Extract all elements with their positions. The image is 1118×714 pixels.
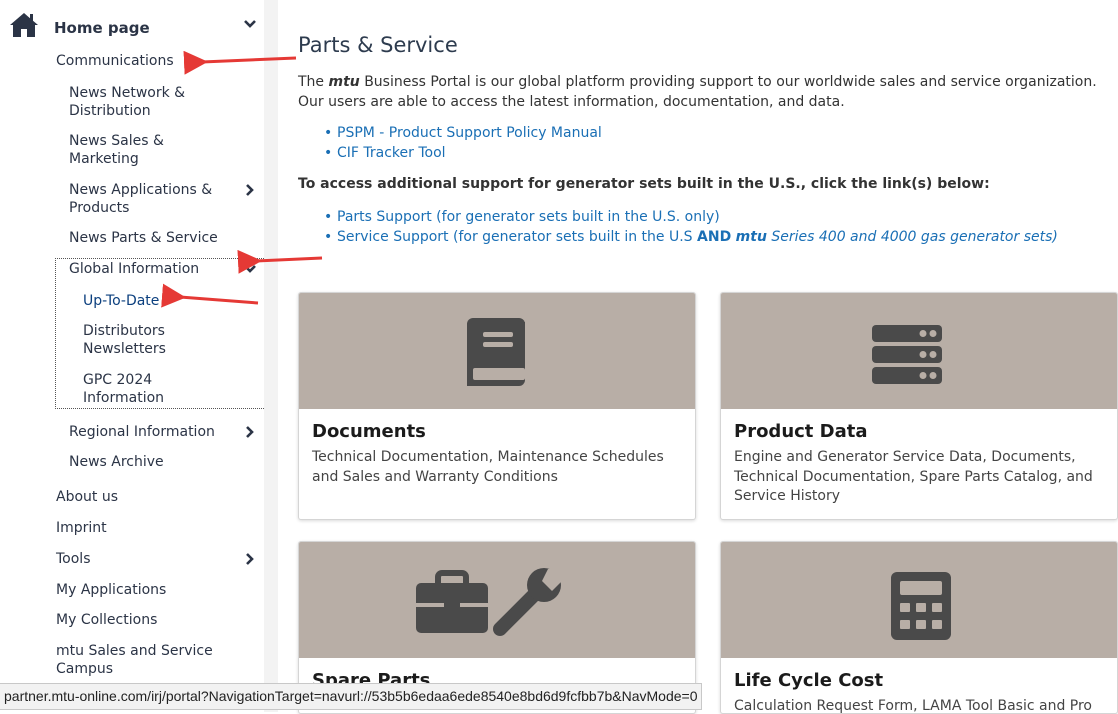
card-title: Life Cycle Cost <box>734 670 884 691</box>
sidebar-item-sales-service-campus[interactable]: mtu Sales and Service Campus <box>56 643 213 678</box>
calculator-icon <box>891 572 951 640</box>
card-image <box>299 293 695 409</box>
documents-card[interactable]: Documents Technical Documentation, Maint… <box>298 292 696 520</box>
book-icon <box>467 318 525 386</box>
toolbox-wrench-icon <box>416 568 562 636</box>
sidebar-item-about-us[interactable]: About us <box>56 489 118 507</box>
sidebar-item-global-information[interactable]: Global Information <box>69 261 199 279</box>
sidebar-item-my-applications[interactable]: My Applications <box>56 582 166 600</box>
card-image <box>721 293 1117 409</box>
sidebar-item-up-to-date[interactable]: Up-To-Date <box>83 293 159 311</box>
sidebar-divider <box>264 0 278 712</box>
card-description: Engine and Generator Service Data, Docum… <box>734 449 1093 504</box>
sidebar-item-communications[interactable]: Communications <box>56 53 174 71</box>
sidebar-item-news-parts-service[interactable]: News Parts & Service <box>69 230 218 248</box>
service-support-and: AND <box>697 229 732 245</box>
sidebar-item-imprint[interactable]: Imprint <box>56 520 107 538</box>
chevron-down-icon[interactable] <box>243 262 257 276</box>
life-cycle-cost-card[interactable]: Life Cycle Cost Calculation Request Form… <box>720 541 1118 714</box>
service-support-link[interactable]: Service Support (for generator sets buil… <box>322 227 1058 247</box>
intro-text-end: Business Portal is our global platform p… <box>298 74 1097 110</box>
chevron-right-icon[interactable] <box>243 552 257 566</box>
service-support-brand: mtu <box>735 229 767 245</box>
card-image <box>299 542 695 658</box>
intro-text: The mtu Business Portal is our global pl… <box>298 72 1103 112</box>
sidebar-item-gpc-2024[interactable]: GPC 2024 Information <box>83 372 164 407</box>
server-icon <box>872 325 942 384</box>
support-links: Parts Support (for generator sets built … <box>322 207 1058 247</box>
sidebar-item-news-sales[interactable]: News Sales & Marketing <box>69 133 164 168</box>
resource-links: PSPM - Product Support Policy Manual CIF… <box>322 123 602 163</box>
sidebar-item-my-collections[interactable]: My Collections <box>56 612 157 630</box>
card-description: Technical Documentation, Maintenance Sch… <box>312 449 664 485</box>
card-title: Documents <box>312 421 426 442</box>
status-bar-url: partner.mtu-online.com/irj/portal?Naviga… <box>0 683 703 710</box>
home-page-link[interactable]: Home page <box>54 19 150 37</box>
brand-name: mtu <box>328 74 360 90</box>
service-support-series: Series 400 and 4000 gas generator sets) <box>766 229 1058 245</box>
chevron-right-icon[interactable] <box>243 425 257 439</box>
product-data-card[interactable]: Product Data Engine and Generator Servic… <box>720 292 1118 520</box>
card-image <box>721 542 1117 658</box>
intro-text-start: The <box>298 74 329 90</box>
chevron-down-icon[interactable] <box>243 17 257 31</box>
chevron-right-icon[interactable] <box>243 183 257 197</box>
parts-support-link[interactable]: Parts Support (for generator sets built … <box>322 207 1058 227</box>
home-icon[interactable] <box>9 12 39 38</box>
page-title: Parts & Service <box>298 33 458 57</box>
pspm-link[interactable]: PSPM - Product Support Policy Manual <box>322 123 602 143</box>
sidebar-item-news-applications[interactable]: News Applications & Products <box>69 182 212 217</box>
service-support-text: Service Support (for generator sets buil… <box>337 229 698 245</box>
sidebar-item-distributors-newsletters[interactable]: Distributors Newsletters <box>83 323 166 358</box>
sidebar-item-news-network[interactable]: News Network & Distribution <box>69 85 185 120</box>
card-description: Calculation Request Form, LAMA Tool Basi… <box>734 698 1092 714</box>
cif-tracker-link[interactable]: CIF Tracker Tool <box>322 143 602 163</box>
card-title: Product Data <box>734 421 868 442</box>
sidebar: Home page Communications News Network & … <box>0 0 264 712</box>
sidebar-item-news-archive[interactable]: News Archive <box>69 454 164 472</box>
sidebar-item-tools[interactable]: Tools <box>56 551 91 569</box>
sidebar-item-regional-information[interactable]: Regional Information <box>69 424 215 442</box>
support-heading: To access additional support for generat… <box>298 176 990 192</box>
